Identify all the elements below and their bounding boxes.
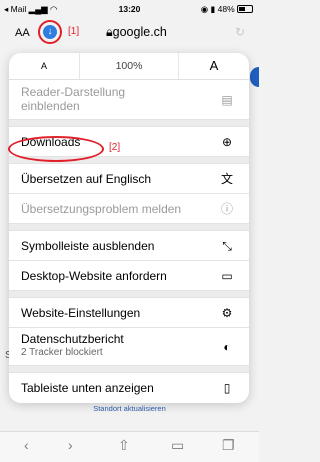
collapse-arrows-icon: ⤡ (222, 238, 232, 253)
zoom-out-button[interactable]: A (9, 53, 79, 79)
monitor-icon: ▭ (221, 268, 233, 283)
annotation-label-2: [2] (109, 142, 121, 153)
annotation-circle-1 (38, 20, 62, 44)
hide-toolbar-item[interactable]: Symbolleiste ausblenden ⤡ (9, 231, 249, 261)
annotation-label-1: [1] (68, 26, 80, 37)
address-bar: AA ↓ [1] 🔒︎google.ch ↻ (0, 18, 259, 48)
desktop-site-label: Desktop-Website anfordern (21, 269, 167, 283)
bookmarks-icon[interactable]: ▭ (171, 437, 184, 454)
settings-gear-icon: ⚙ (221, 305, 233, 320)
reader-view-item[interactable]: Reader-Darstellung einblenden ▤ (9, 80, 249, 120)
website-settings-label: Website-Einstellungen (21, 306, 141, 320)
menu-separator (9, 366, 249, 373)
tab-bar-item[interactable]: Tableiste unten anzeigen ▯ (9, 373, 249, 403)
tab-bar-label: Tableiste unten anzeigen (21, 381, 154, 395)
background-page-button (250, 67, 259, 87)
status-battery: ◉ ▮ 48% (201, 4, 253, 15)
zoom-level[interactable]: 100% (79, 53, 179, 79)
reader-icon: ▤ (221, 92, 233, 107)
download-circle-icon: ⊕ (221, 134, 233, 149)
desktop-site-item[interactable]: Desktop-Website anfordern ▭ (9, 261, 249, 291)
privacy-report-item[interactable]: Datenschutzbericht 2 Tracker blockiert ◐ (9, 328, 249, 366)
reader-view-label-line2: einblenden (21, 99, 80, 113)
website-settings-item[interactable]: Website-Einstellungen ⚙ (9, 298, 249, 328)
annotation-oval-2 (8, 136, 104, 162)
reader-view-label-line1: Reader-Darstellung (21, 85, 126, 99)
privacy-report-label: Datenschutzbericht (21, 332, 124, 346)
zoom-row: A 100% A (9, 53, 249, 80)
update-location-link[interactable]: Standort aktualisieren (0, 404, 259, 413)
share-icon[interactable]: ⇧ (118, 437, 130, 454)
shield-icon: ◐ (223, 339, 231, 354)
menu-separator (9, 224, 249, 231)
translate-icon: 文 (220, 171, 233, 186)
url-field[interactable]: 🔒︎google.ch (106, 25, 167, 40)
hide-toolbar-label: Symbolleiste ausblenden (21, 239, 155, 253)
translate-label: Übersetzen auf Englisch (21, 172, 152, 186)
translate-item[interactable]: Übersetzen auf Englisch 文 (9, 164, 249, 194)
tabs-icon[interactable]: ❐ (222, 437, 235, 454)
page-menu-popover: A 100% A Reader-Darstellung einblenden ▤… (9, 53, 249, 403)
back-icon[interactable]: ‹ (24, 437, 29, 453)
bottom-toolbar: ‹ › ⇧ ▭ ❐ (0, 431, 259, 462)
lock-icon: 🔒︎ (106, 25, 113, 39)
privacy-report-sub: 2 Tracker blockiert (21, 347, 103, 358)
menu-separator (9, 291, 249, 298)
translation-report-label: Übersetzungsproblem melden (21, 202, 182, 216)
translation-report-item[interactable]: Übersetzungsproblem melden ⓘ (9, 194, 249, 224)
battery-icon (237, 5, 253, 13)
aa-page-menu-button[interactable]: AA (15, 27, 30, 39)
status-bar: ◂ Mail ▂▄▆ ◠ 13:20 ◉ ▮ 48% (0, 0, 259, 18)
menu-separator (9, 120, 249, 127)
forward-icon[interactable]: › (68, 437, 73, 453)
zoom-in-button[interactable]: A (179, 53, 249, 79)
info-icon: ⓘ (220, 201, 233, 216)
reload-icon[interactable]: ↻ (235, 25, 245, 39)
phone-icon: ▯ (223, 381, 231, 395)
